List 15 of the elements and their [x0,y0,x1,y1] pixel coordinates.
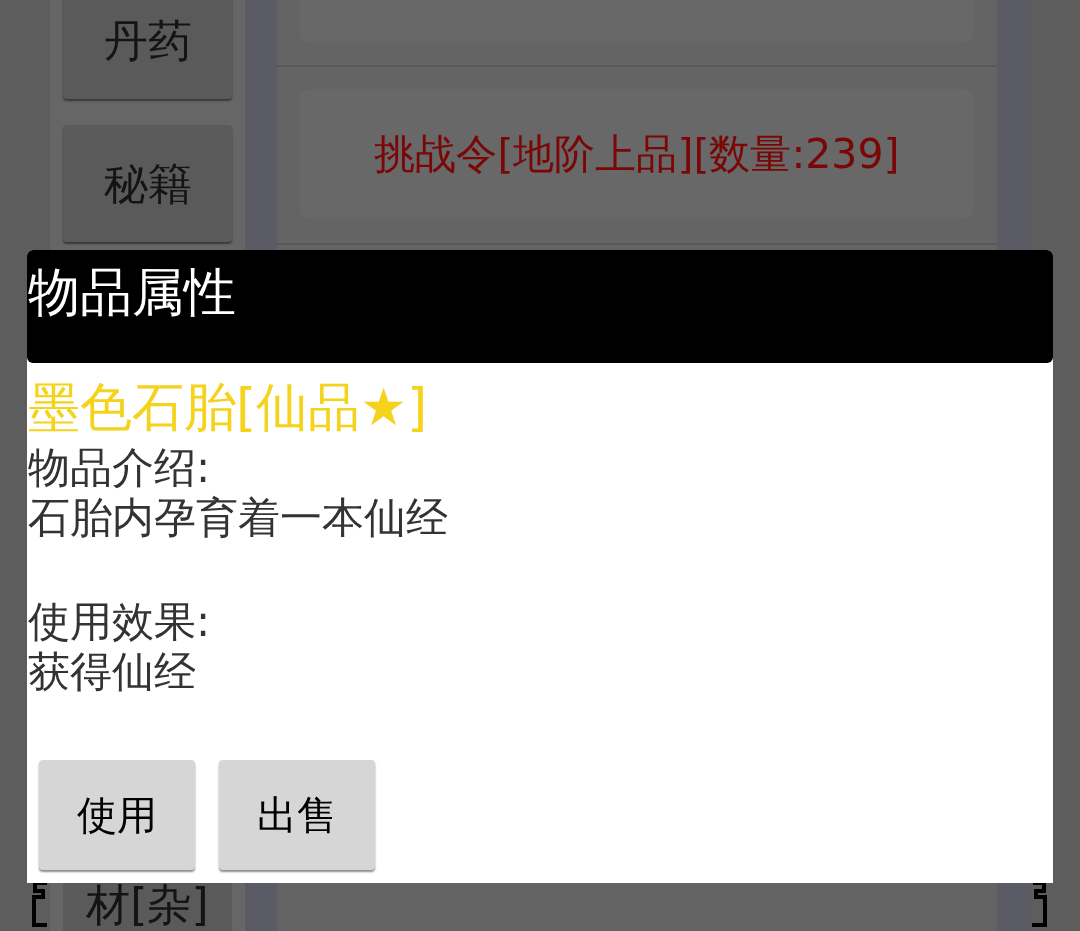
item-card[interactable]: 挑战令[地阶上品][数量:239] [300,89,974,219]
category-button[interactable]: 丹药 [63,0,232,99]
item-name: 挑战令[地阶上品][数量:239] [374,129,900,179]
section-text: 获得仙经 [28,647,196,697]
frame-ornament-icon [31,881,49,927]
dialog-title: 物品属性 [28,262,236,322]
category-button[interactable]: 秘籍 [63,125,232,242]
category-button[interactable]: 材[杂] [63,883,232,931]
action-button[interactable]: 使用 [39,760,195,870]
item-title: 墨色石胎[仙品★] [28,382,428,432]
frame-ornament-icon [1030,881,1048,927]
section-text: 石胎内孕育着一本仙经 [28,493,448,543]
section-heading: 使用效果: [28,597,211,647]
section-heading: 物品介绍: [28,443,211,493]
action-button[interactable]: 出售 [219,760,375,870]
